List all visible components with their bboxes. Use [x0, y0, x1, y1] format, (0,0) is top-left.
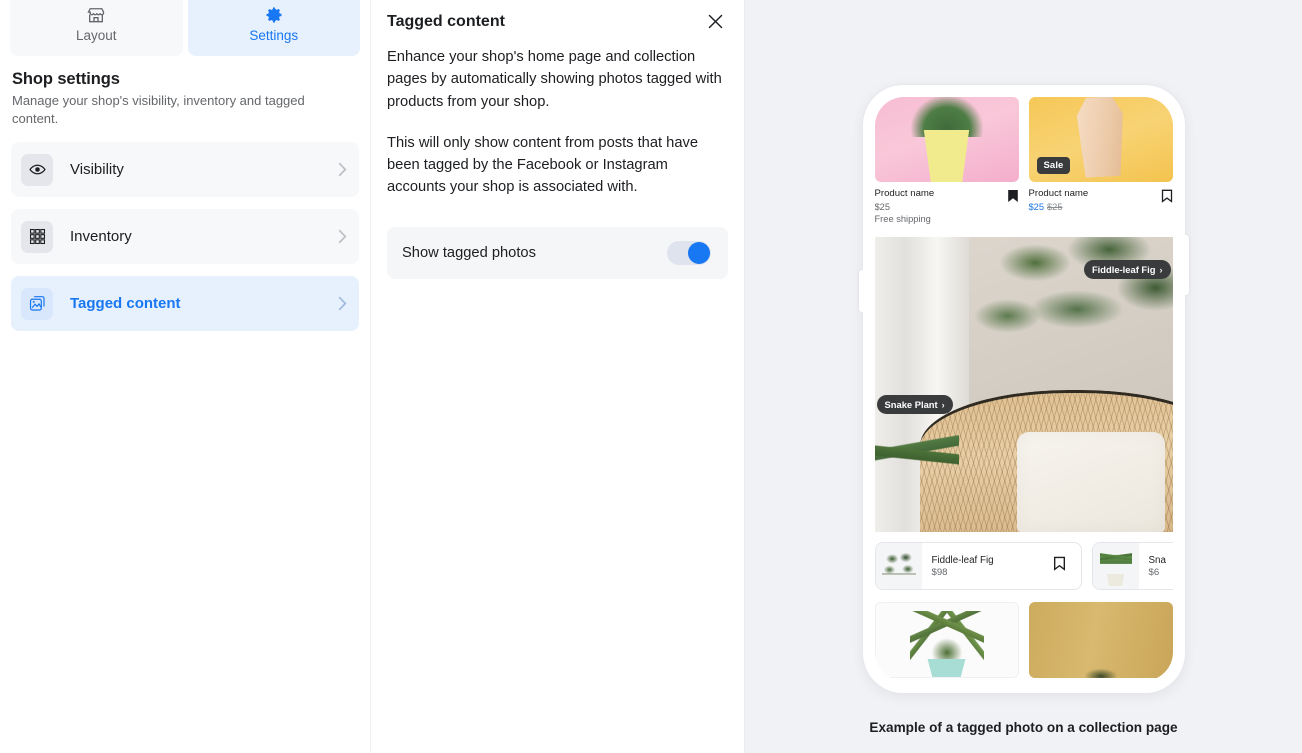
product-card[interactable]: Product name $25 Free shipping [874, 97, 1019, 225]
product-card[interactable]: Sale Product name $25 $25 [1028, 97, 1173, 225]
carousel-product-price: $6 [1148, 566, 1160, 578]
preview-caption: Example of a tagged photo on a collectio… [869, 720, 1178, 735]
grid-icon [21, 220, 53, 253]
carousel-product-image [1092, 543, 1139, 589]
plant-pot [923, 130, 970, 182]
plant-silhouette [1077, 660, 1124, 678]
product-text: Product name $25 Free shipping [875, 188, 1003, 225]
detail-paragraph-1: Enhance your shop's home page and collec… [387, 49, 722, 110]
snake-plant-thumbnail [1099, 546, 1132, 586]
phone-mockup: Product name $25 Free shipping Sale Prod… [858, 85, 1189, 693]
phone-screen: Product name $25 Free shipping Sale Prod… [874, 97, 1173, 681]
carousel-product-image [875, 543, 922, 589]
snake-plant [875, 408, 960, 527]
product-tag-label: Snake Plant [884, 399, 938, 410]
product-name: Product name [1028, 188, 1089, 199]
chevron-right-icon [338, 229, 347, 244]
product-tag-pill[interactable]: Fiddle-leaf Fig › [1083, 260, 1171, 279]
bookmark-outline-icon[interactable] [1053, 556, 1069, 576]
carousel-card-text: Fiddle-leaf Fig $98 [922, 555, 1053, 578]
photo-stack-icon [21, 287, 53, 320]
tagged-product-carousel[interactable]: Fiddle-leaf Fig $98 Sna $6 [874, 542, 1173, 590]
show-tagged-photos-label: Show tagged photos [402, 244, 536, 261]
settings-nav-list: Visibility Inventory Tagged content [0, 128, 370, 331]
chevron-right-icon: › [941, 399, 945, 410]
storefront-icon [86, 5, 106, 25]
tab-layout-label: Layout [75, 28, 117, 43]
shop-settings-header: Shop settings Manage your shop's visibil… [0, 56, 370, 128]
page-title: Shop settings [12, 70, 120, 88]
carousel-product-price: $98 [931, 566, 948, 578]
detail-title: Tagged content [387, 13, 505, 30]
collection-product-grid: Product name $25 Free shipping Sale Prod… [874, 97, 1173, 225]
product-price: $25 $25 [1029, 201, 1157, 213]
product-info: Product name $25 $25 [1029, 182, 1173, 213]
product-image [874, 97, 1019, 182]
page-subtitle: Manage your shop's visibility, inventory… [12, 93, 305, 126]
toggle-knob [688, 241, 710, 264]
chevron-right-icon [338, 296, 347, 311]
tagged-content-detail-panel: Tagged content Enhance your shop's home … [371, 0, 745, 753]
carousel-product-name: Fiddle-leaf Fig [931, 554, 994, 566]
close-button[interactable] [702, 10, 728, 36]
product-image[interactable] [874, 602, 1019, 678]
collection-product-grid-partial [874, 602, 1173, 678]
fiddle-leaf-fig-plant [965, 237, 1173, 379]
chevron-right-icon [338, 162, 347, 177]
show-tagged-photos-row: Show tagged photos [387, 226, 728, 279]
sidebar-item-visibility-label: Visibility [70, 161, 124, 178]
bookmark-filled-icon[interactable] [1007, 189, 1019, 225]
close-icon [707, 13, 724, 33]
product-image[interactable] [1028, 602, 1173, 678]
snake-plant-blades [1099, 546, 1132, 576]
sidebar-item-tagged-content-label: Tagged content [70, 295, 181, 312]
product-price: $25 [874, 202, 891, 212]
shop-settings-screen: Layout Settings Shop settings Manage you… [0, 0, 1302, 753]
sidebar-item-inventory[interactable]: Inventory [11, 209, 359, 264]
tab-settings-label: Settings [249, 28, 299, 43]
bookmark-outline-icon[interactable] [1161, 189, 1173, 213]
candle-object [1075, 97, 1125, 178]
product-shipping: Free shipping [874, 214, 931, 224]
product-name: Product name [874, 188, 935, 199]
chevron-right-icon: › [1159, 264, 1163, 275]
sidebar-item-inventory-label: Inventory [70, 228, 132, 245]
carousel-card[interactable]: Fiddle-leaf Fig $98 [874, 542, 1082, 590]
eye-icon [21, 153, 53, 186]
product-sale-price: $25 [1028, 202, 1045, 212]
snake-plant-pot [1106, 574, 1125, 586]
tagged-photo[interactable]: Fiddle-leaf Fig › Snake Plant › [874, 237, 1173, 532]
detail-header: Tagged content [387, 0, 728, 36]
product-info: Product name $25 Free shipping [875, 182, 1019, 225]
product-image: Sale [1028, 97, 1173, 182]
aloe-plant [909, 607, 984, 677]
aloe-leaves [909, 611, 984, 663]
product-original-price: $25 [1047, 202, 1063, 212]
carousel-card-text: Sna $6 [1139, 555, 1173, 578]
aloe-pot [927, 659, 966, 677]
product-text: Product name $25 $25 [1029, 188, 1157, 213]
carousel-card[interactable]: Sna $6 [1091, 542, 1173, 590]
settings-sidebar: Layout Settings Shop settings Manage you… [0, 0, 371, 753]
sidebar-item-visibility[interactable]: Visibility [11, 142, 359, 197]
preview-panel: Product name $25 Free shipping Sale Prod… [745, 0, 1302, 753]
sidebar-item-tagged-content[interactable]: Tagged content [11, 276, 359, 331]
mode-tabstrip: Layout Settings [0, 0, 370, 56]
product-tag-label: Fiddle-leaf Fig [1091, 264, 1156, 275]
product-tag-pill[interactable]: Snake Plant › [876, 395, 953, 414]
throw-pillow [1017, 431, 1166, 532]
detail-paragraph-2: This will only show content from posts t… [387, 134, 699, 196]
tab-settings[interactable]: Settings [187, 0, 360, 56]
carousel-product-name: Sna [1148, 554, 1166, 566]
gear-icon [264, 5, 284, 25]
show-tagged-photos-toggle[interactable] [667, 240, 711, 265]
tab-layout[interactable]: Layout [10, 0, 183, 56]
status-badge: Sale [1036, 157, 1071, 174]
fiddle-leaf-fig-thumbnail [881, 549, 916, 584]
